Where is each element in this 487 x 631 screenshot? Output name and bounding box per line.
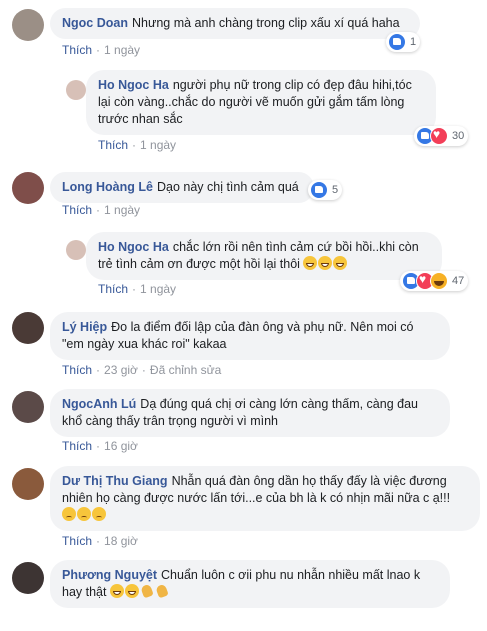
comment-text: Đo la điểm đối lập của đàn ông và phụ nữ… — [62, 320, 414, 351]
separator-dot: · — [132, 138, 137, 152]
comment-author[interactable]: Ngoc Doan — [62, 16, 128, 30]
reaction-summary[interactable]: 5 — [308, 180, 343, 200]
timestamp[interactable]: 23 giờ — [104, 363, 138, 377]
avatar[interactable] — [12, 562, 44, 594]
grin-emoji — [109, 584, 124, 598]
like-reaction-icon — [388, 33, 406, 51]
clap-emoji — [155, 584, 169, 598]
comment-bubble: Long Hoàng Lê Dạo này chị tình cảm quá — [50, 172, 314, 203]
separator-dot: · — [96, 439, 101, 453]
like-link[interactable]: Thích — [62, 534, 92, 548]
sad-emoji — [62, 507, 76, 521]
comment-meta: Thích · 23 giờ · Đã chỉnh sửa — [62, 363, 221, 377]
comment-1: Ngoc Doan Nhưng mà anh chàng trong clip x… — [0, 0, 487, 60]
comment-meta: Thích · 1 ngày — [98, 282, 176, 296]
grin-emoji — [303, 256, 318, 270]
comment-author[interactable]: Ho Ngoc Ha — [98, 240, 169, 254]
avatar[interactable] — [66, 240, 86, 260]
avatar[interactable] — [12, 9, 44, 41]
avatar[interactable] — [12, 391, 44, 423]
sad-emoji — [77, 507, 91, 521]
comment-meta: Thích · 16 giờ — [62, 439, 138, 453]
like-link[interactable]: Thích — [62, 439, 92, 453]
reaction-count: 47 — [452, 275, 465, 287]
timestamp[interactable]: 1 ngày — [104, 43, 140, 57]
reaction-summary[interactable]: 30 — [414, 126, 469, 146]
comment-text: Dạo này chị tình cảm quá — [156, 180, 299, 194]
comment-meta: Thích · 1 ngày — [62, 203, 140, 217]
reaction-count: 30 — [452, 130, 465, 142]
love-reaction-icon — [430, 127, 448, 145]
comment-author[interactable]: Phương Nguyệt — [62, 568, 157, 582]
grin-emoji — [318, 256, 333, 270]
comment-author[interactable]: NgocAnh Lú — [62, 397, 136, 411]
comment-meta: Thích · 1 ngày — [62, 43, 140, 57]
reply-1: Ho Ngoc Ha người phụ nữ trong clip có đẹp… — [0, 70, 487, 160]
comment-author[interactable]: Lý Hiệp — [62, 320, 107, 334]
reaction-summary[interactable]: 1 — [386, 32, 421, 52]
grin-emoji — [124, 584, 139, 598]
comment-meta: Thích · 1 ngày — [98, 138, 176, 152]
separator-dot: · — [96, 43, 101, 57]
comment-bubble: Ho Ngoc Ha chắc lớn rồi nên tình cảm cứ b… — [86, 232, 442, 280]
comment-bubble: Phương Nguyệt Chuẩn luôn c ơii phu nu nhẫ… — [50, 560, 450, 608]
separator-dot: · — [96, 363, 101, 377]
comment-bubble: Lý Hiệp Đo la điểm đối lập của đàn ông và… — [50, 312, 450, 360]
separator-dot: · — [96, 534, 101, 548]
timestamp[interactable]: 18 giờ — [104, 534, 138, 548]
comment-author[interactable]: Long Hoàng Lê — [62, 180, 153, 194]
avatar[interactable] — [12, 312, 44, 344]
comment-6: Phương Nguyệt Chuẩn luôn c ơii phu nu nhẫ… — [0, 556, 487, 631]
reaction-summary[interactable]: 47 — [400, 271, 469, 291]
reaction-count: 1 — [410, 36, 417, 48]
comment-bubble: Ngoc Doan Nhưng mà anh chàng trong clip x… — [50, 8, 420, 39]
separator-dot: · — [141, 363, 146, 377]
edited-label[interactable]: Đã chỉnh sửa — [150, 363, 221, 377]
timestamp[interactable]: 1 ngày — [140, 138, 176, 152]
comment-bubble: NgocAnh Lú Dạ đúng quá chị ơi càng lớn cà… — [50, 389, 450, 437]
avatar[interactable] — [12, 172, 44, 204]
comment-4: NgocAnh Lú Dạ đúng quá chị ơi càng lớn cà… — [0, 385, 487, 457]
sad-emoji — [92, 507, 106, 521]
reply-2: Ho Ngoc Ha chắc lớn rồi nên tình cảm cứ b… — [0, 232, 487, 302]
like-link[interactable]: Thích — [62, 363, 92, 377]
like-link[interactable]: Thích — [62, 203, 92, 217]
comment-3: Lý Hiệp Đo la điểm đối lập của đàn ông và… — [0, 308, 487, 380]
timestamp[interactable]: 16 giờ — [104, 439, 138, 453]
comment-text: Nhưng mà anh chàng trong clip xấu xí quá… — [131, 16, 400, 30]
like-reaction-icon — [310, 181, 328, 199]
like-link[interactable]: Thích — [98, 138, 128, 152]
avatar[interactable] — [12, 468, 44, 500]
comment-author[interactable]: Ho Ngoc Ha — [98, 78, 169, 92]
like-link[interactable]: Thích — [98, 282, 128, 296]
reaction-count: 5 — [332, 184, 339, 196]
comment-meta: Thích · 18 giờ — [62, 534, 138, 548]
comment-bubble: Ho Ngoc Ha người phụ nữ trong clip có đẹp… — [86, 70, 436, 135]
comment-bubble: Dư Thị Thu Giang Nhẫn quá đàn ông dần họ … — [50, 466, 480, 531]
like-link[interactable]: Thích — [62, 43, 92, 57]
comment-5: Dư Thị Thu Giang Nhẫn quá đàn ông dần họ … — [0, 462, 487, 550]
comment-2: Long Hoàng Lê Dạo này chị tình cảm quá 5 … — [0, 166, 487, 226]
separator-dot: · — [96, 203, 101, 217]
timestamp[interactable]: 1 ngày — [104, 203, 140, 217]
timestamp[interactable]: 1 ngày — [140, 282, 176, 296]
avatar[interactable] — [66, 80, 86, 100]
clap-emoji — [140, 584, 154, 598]
comment-author[interactable]: Dư Thị Thu Giang — [62, 474, 168, 488]
haha-reaction-icon — [430, 272, 448, 290]
grin-emoji — [333, 256, 348, 270]
separator-dot: · — [132, 282, 137, 296]
